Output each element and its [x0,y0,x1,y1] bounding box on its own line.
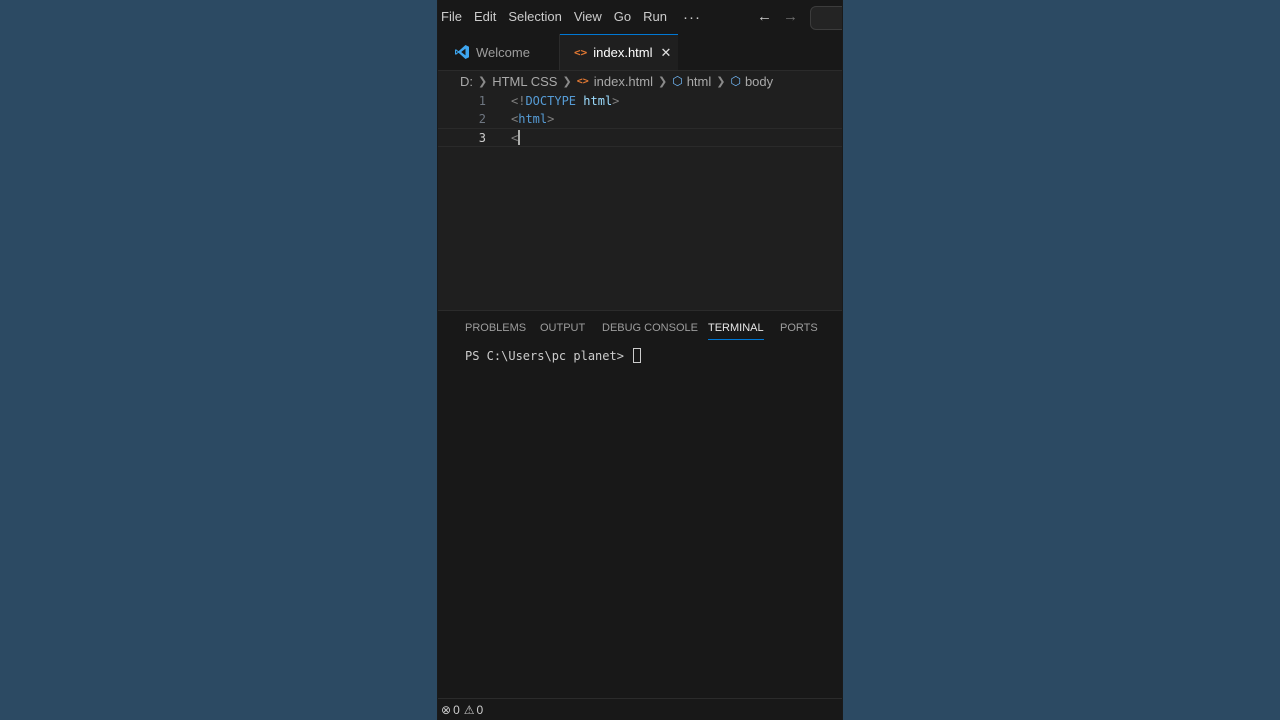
close-icon[interactable]: ✕ [661,45,672,61]
breadcrumb-folder[interactable]: HTML CSS [492,74,557,89]
tab-output[interactable]: OUTPUT [540,322,585,339]
code-token-punct: <! [511,94,526,108]
tab-debug-console[interactable]: DEBUG CONSOLE [602,322,698,339]
more-menu-icon[interactable]: ··· [683,9,701,26]
warning-icon: ⚠ [463,703,475,717]
screen-background: File Edit Selection View Go Run ··· ← → … [0,0,1280,720]
menu-run[interactable]: Run [640,0,673,34]
code-line-current[interactable]: 3 < [438,128,842,147]
code-token-keyword: html [518,112,548,126]
tab-index-label: index.html [593,45,653,60]
code-token-attr: html [583,94,613,108]
terminal-prompt: PS C:\Users\pc planet> [465,349,624,363]
menu-selection[interactable]: Selection [505,0,567,34]
code-token-punct: > [547,112,555,126]
tab-problems[interactable]: PROBLEMS [465,322,526,339]
chevron-right-icon: ❯ [657,75,668,88]
forward-arrow-icon[interactable]: → [783,0,798,34]
menu-go[interactable]: Go [611,0,637,34]
html-file-icon: <> [576,75,589,87]
vscode-logo-icon [455,45,469,59]
line-number: 3 [478,131,486,145]
code-editor[interactable]: 1 <!DOCTYPE html> 2 <html> 3 < [438,92,842,310]
line-number: 1 [478,94,486,108]
breadcrumb-symbol-html[interactable]: html [687,74,712,89]
tab-index-html[interactable]: <> index.html ✕ [560,34,678,70]
error-count: 0 [453,703,460,717]
vscode-window: File Edit Selection View Go Run ··· ← → … [438,0,842,720]
menu-file[interactable]: File [438,0,468,34]
panel-tab-bar: PROBLEMS OUTPUT DEBUG CONSOLE TERMINAL P… [438,311,842,347]
tab-welcome[interactable]: Welcome [438,34,560,70]
symbol-element-icon: ⬡ [672,74,683,88]
tab-ports[interactable]: PORTS [780,322,818,339]
code-text: < [511,129,521,148]
symbol-element-icon: ⬡ [730,74,741,88]
terminal-cursor [633,348,642,363]
breadcrumb-symbol-body[interactable]: body [745,74,773,89]
breadcrumb: D: ❯ HTML CSS ❯ <> index.html ❯ ⬡ html ❯… [460,70,773,92]
code-token-punct: > [612,94,620,108]
code-text: <!DOCTYPE html> [511,92,619,111]
text-cursor [518,130,521,145]
breadcrumb-file[interactable]: index.html [594,74,653,89]
chevron-right-icon: ❯ [562,75,572,88]
code-text: <html> [511,110,554,129]
menu-edit[interactable]: Edit [471,0,502,34]
terminal-output[interactable]: PS C:\Users\pc planet> [465,348,642,363]
line-number: 2 [478,112,486,126]
code-token-punct: < [511,131,519,145]
code-line[interactable]: 2 <html> [438,110,842,129]
menu-bar: File Edit Selection View Go Run ··· ← → [438,0,842,34]
tab-welcome-label: Welcome [476,44,530,60]
chevron-right-icon: ❯ [716,75,726,88]
code-token-keyword: DOCTYPE [525,94,577,108]
bottom-panel: PROBLEMS OUTPUT DEBUG CONSOLE TERMINAL P… [438,310,842,699]
status-bar: ⊗ 0 ⚠ 0 [438,698,842,720]
editor-tab-bar: Welcome <> index.html ✕ [438,34,842,71]
menu-view[interactable]: View [571,0,608,34]
html-file-icon: <> [574,46,588,59]
problems-status[interactable]: ⊗ 0 ⚠ 0 [441,703,483,717]
warning-count: 0 [476,703,484,717]
chevron-right-icon: ❯ [478,75,488,88]
command-center-search[interactable] [810,6,842,30]
code-line[interactable]: 1 <!DOCTYPE html> [438,92,842,111]
error-icon: ⊗ [441,703,452,717]
breadcrumb-drive[interactable]: D: [460,74,473,89]
tab-terminal[interactable]: TERMINAL [708,322,764,340]
back-arrow-icon[interactable]: ← [757,0,772,34]
